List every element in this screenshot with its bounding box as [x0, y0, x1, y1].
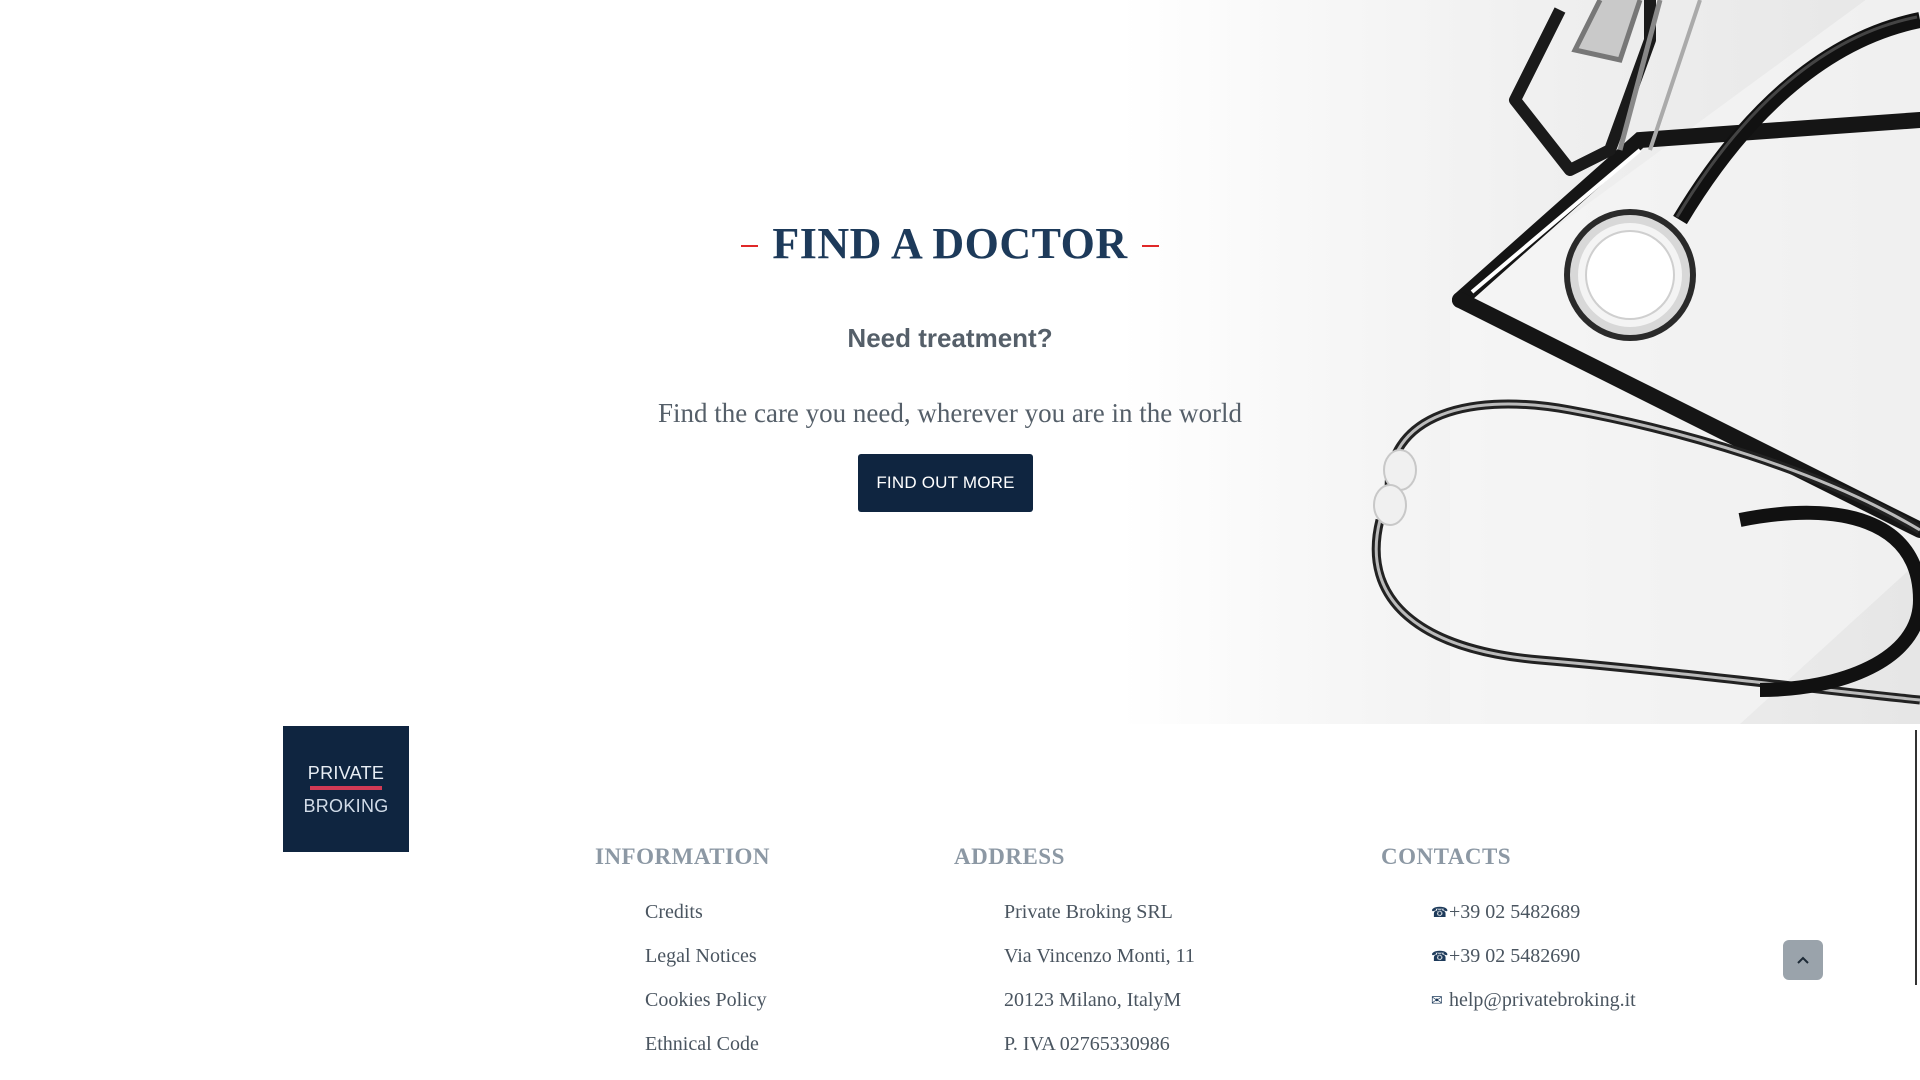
- hero-description: Find the care you need, wherever you are…: [657, 398, 1243, 428]
- list-item[interactable]: Credits: [645, 890, 767, 934]
- envelope-icon: ✉: [1431, 994, 1443, 1009]
- phone-number-1[interactable]: +39 02 5482689: [1449, 901, 1580, 923]
- scrollbar[interactable]: [1915, 730, 1917, 985]
- logo-text-private: PRIVATE: [307, 762, 385, 783]
- hero-section: FIND A DOCTOR Need treatment? Find the c…: [0, 0, 1920, 724]
- information-heading: INFORMATION: [595, 844, 771, 869]
- logo-bar: [310, 785, 382, 790]
- contact-phone-1[interactable]: ☎+39 02 5482689: [1431, 890, 1636, 934]
- find-out-more-button[interactable]: FIND OUT MORE: [858, 454, 1033, 512]
- phone-number-2[interactable]: +39 02 5482690: [1449, 945, 1580, 967]
- email-address[interactable]: help@privatebroking.it: [1449, 989, 1636, 1011]
- stethoscope-illustration: [1371, 0, 1920, 724]
- address-column: ADDRESS Private Broking SRL Via Vincenzo…: [954, 844, 1195, 1055]
- address-list: Private Broking SRL Via Vincenzo Monti, …: [1004, 890, 1195, 1066]
- logo-text-broking: BROKING: [303, 795, 389, 816]
- phone-icon: ☎: [1431, 906, 1449, 921]
- ethical-code-link[interactable]: Ethnical Code: [645, 1033, 759, 1055]
- contact-email[interactable]: ✉ help@privatebroking.it: [1431, 978, 1636, 1022]
- footer: PRIVATE BROKING INFORMATION Credits Lega…: [0, 724, 1920, 1080]
- phone-icon: ☎: [1431, 950, 1449, 965]
- contacts-column: CONTACTS ☎+39 02 5482689 ☎+39 02 5482690…: [1381, 844, 1636, 1011]
- hero-subtitle: Need treatment?: [847, 323, 1053, 353]
- credits-link[interactable]: Credits: [645, 901, 703, 923]
- contacts-list: ☎+39 02 5482689 ☎+39 02 5482690 ✉ help@pr…: [1431, 890, 1636, 1022]
- address-line-street: Via Vincenzo Monti, 11: [1004, 945, 1195, 967]
- scroll-to-top-button[interactable]: [1783, 940, 1823, 980]
- contacts-heading: CONTACTS: [1381, 844, 1512, 869]
- title-dash-right: [1141, 244, 1159, 247]
- address-line-vat: P. IVA 02765330986: [1004, 1033, 1170, 1055]
- chevron-up-icon: [1797, 956, 1809, 964]
- contact-phone-2[interactable]: ☎+39 02 5482690: [1431, 934, 1636, 978]
- stethoscope-image: [1120, 0, 1920, 724]
- address-line-city: 20123 Milano, ItalyM: [1004, 989, 1182, 1011]
- list-item[interactable]: Legal Notices: [645, 934, 767, 978]
- information-column: INFORMATION Credits Legal Notices Cookie…: [595, 844, 771, 1055]
- legal-notices-link[interactable]: Legal Notices: [645, 945, 757, 967]
- list-item[interactable]: Cookies Policy: [645, 978, 767, 1022]
- address-heading: ADDRESS: [954, 844, 1065, 869]
- title-dash-left: [741, 244, 759, 247]
- hero-heading: FIND A DOCTOR: [600, 218, 1300, 269]
- cookies-policy-link[interactable]: Cookies Policy: [645, 989, 767, 1011]
- hero-title-text: FIND A DOCTOR: [772, 219, 1128, 268]
- address-line-company: Private Broking SRL: [1004, 901, 1173, 923]
- information-list: Credits Legal Notices Cookies Policy Eth…: [645, 890, 767, 1066]
- list-item[interactable]: Ethnical Code: [645, 1022, 767, 1066]
- private-broking-logo[interactable]: PRIVATE BROKING: [283, 726, 409, 852]
